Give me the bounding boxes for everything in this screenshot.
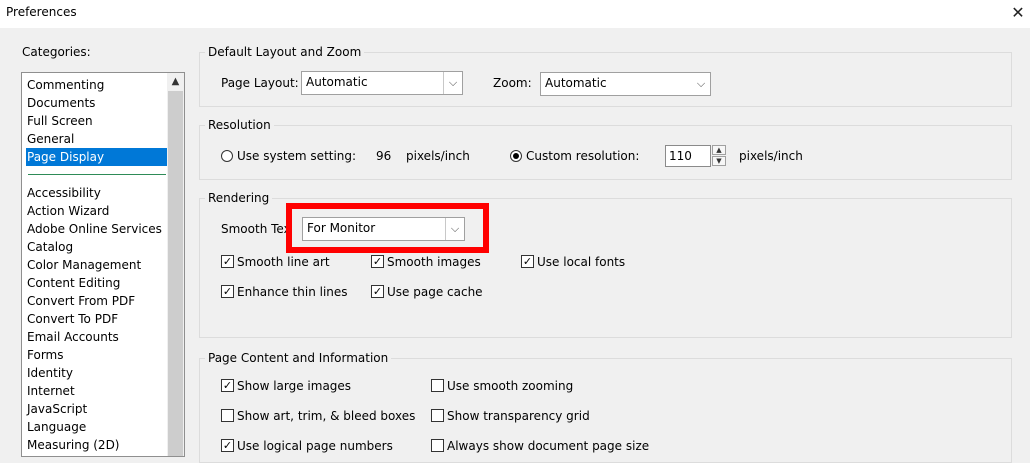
category-item-adobe-online-services[interactable]: Adobe Online Services bbox=[26, 220, 170, 238]
category-item-commenting[interactable]: Commenting bbox=[26, 76, 170, 94]
category-item-convert-to-pdf[interactable]: Convert To PDF bbox=[26, 310, 170, 328]
page-layout-label: Page Layout: bbox=[221, 76, 299, 90]
category-item-identity[interactable]: Identity bbox=[26, 364, 170, 382]
use-smooth-zooming-label: Use smooth zooming bbox=[447, 379, 574, 393]
use-system-setting-label: Use system setting: bbox=[237, 149, 357, 163]
window-title: Preferences bbox=[6, 5, 77, 19]
radio-selected-dot bbox=[513, 153, 519, 159]
category-item-javascript[interactable]: JavaScript bbox=[26, 400, 170, 418]
use-local-fonts-checkbox[interactable]: ✓ bbox=[521, 255, 534, 268]
category-item-page-display[interactable]: Page Display bbox=[26, 148, 170, 166]
category-item-documents[interactable]: Documents bbox=[26, 94, 170, 112]
category-item-general[interactable]: General bbox=[26, 130, 170, 148]
show-large-images-label: Show large images bbox=[237, 379, 352, 393]
page-layout-value: Automatic bbox=[306, 75, 368, 89]
enhance-thin-lines-label: Enhance thin lines bbox=[237, 285, 348, 299]
category-item-language[interactable]: Language bbox=[26, 418, 170, 436]
category-item-full-screen[interactable]: Full Screen bbox=[26, 112, 170, 130]
use-local-fonts-label: Use local fonts bbox=[537, 255, 626, 269]
categories-list[interactable]: Commenting Documents Full Screen General… bbox=[21, 72, 185, 457]
smooth-line-art-checkbox[interactable]: ✓ bbox=[221, 255, 234, 268]
category-item-internet[interactable]: Internet bbox=[26, 382, 170, 400]
custom-resolution-stepper[interactable]: 110 ▲ ▼ bbox=[665, 145, 727, 167]
zoom-value: Automatic bbox=[545, 76, 607, 90]
system-resolution-unit: pixels/inch bbox=[406, 149, 470, 163]
rendering-legend: Rendering bbox=[208, 191, 270, 205]
show-art-trim-bleed-checkbox[interactable] bbox=[221, 409, 234, 422]
custom-resolution-input[interactable]: 110 bbox=[665, 145, 711, 167]
category-item-accessibility[interactable]: Accessibility bbox=[26, 184, 170, 202]
enhance-thin-lines-checkbox[interactable]: ✓ bbox=[221, 285, 234, 298]
category-item-forms[interactable]: Forms bbox=[26, 346, 170, 364]
title-bar bbox=[0, 0, 1030, 28]
always-show-doc-page-size-checkbox[interactable] bbox=[431, 439, 444, 452]
page-layout-dropdown[interactable]: Automatic ⌵ bbox=[301, 71, 463, 95]
category-item-catalog[interactable]: Catalog bbox=[26, 238, 170, 256]
page-content-legend: Page Content and Information bbox=[208, 351, 389, 365]
system-resolution-value: 96 bbox=[376, 149, 392, 163]
close-icon[interactable]: ✕ bbox=[1008, 2, 1028, 24]
category-item-action-wizard[interactable]: Action Wizard bbox=[26, 202, 170, 220]
show-transparency-grid-checkbox[interactable] bbox=[431, 409, 444, 422]
resolution-legend: Resolution bbox=[208, 118, 271, 132]
use-smooth-zooming-checkbox[interactable] bbox=[431, 379, 444, 392]
red-highlight-box bbox=[286, 203, 489, 253]
category-separator bbox=[26, 166, 170, 184]
show-large-images-checkbox[interactable]: ✓ bbox=[221, 379, 234, 392]
categories-label: Categories: bbox=[22, 45, 91, 59]
use-system-setting-radio[interactable] bbox=[221, 150, 233, 162]
category-item-content-editing[interactable]: Content Editing bbox=[26, 274, 170, 292]
use-page-cache-checkbox[interactable]: ✓ bbox=[371, 285, 384, 298]
scrollbar-thumb[interactable] bbox=[168, 91, 183, 456]
zoom-dropdown[interactable]: Automatic ⌵ bbox=[540, 72, 711, 96]
show-art-trim-bleed-label: Show art, trim, & bleed boxes bbox=[237, 409, 416, 423]
stepper-down-icon[interactable]: ▼ bbox=[712, 156, 726, 166]
smooth-text-label: Smooth Tex bbox=[221, 222, 291, 236]
zoom-label: Zoom: bbox=[493, 76, 532, 90]
custom-resolution-radio[interactable] bbox=[510, 150, 522, 162]
show-transparency-grid-label: Show transparency grid bbox=[447, 409, 590, 423]
stepper-up-icon[interactable]: ▲ bbox=[712, 145, 726, 155]
use-page-cache-label: Use page cache bbox=[387, 285, 483, 299]
scroll-up-icon[interactable]: ▲ bbox=[167, 73, 184, 90]
smooth-line-art-label: Smooth line art bbox=[237, 255, 330, 269]
custom-resolution-label: Custom resolution: bbox=[526, 149, 640, 163]
category-item-convert-from-pdf[interactable]: Convert From PDF bbox=[26, 292, 170, 310]
category-item-measuring-2d[interactable]: Measuring (2D) bbox=[26, 436, 170, 454]
smooth-images-checkbox[interactable]: ✓ bbox=[371, 255, 384, 268]
layout-zoom-legend: Default Layout and Zoom bbox=[208, 45, 362, 59]
chevron-down-icon: ⌵ bbox=[696, 77, 706, 90]
smooth-images-label: Smooth images bbox=[387, 255, 481, 269]
custom-resolution-unit: pixels/inch bbox=[739, 149, 803, 163]
category-item-color-management[interactable]: Color Management bbox=[26, 256, 170, 274]
category-item-email-accounts[interactable]: Email Accounts bbox=[26, 328, 170, 346]
categories-scrollbar[interactable]: ▲ bbox=[167, 73, 184, 456]
use-logical-page-numbers-checkbox[interactable]: ✓ bbox=[221, 439, 234, 452]
chevron-down-icon: ⌵ bbox=[443, 72, 462, 94]
